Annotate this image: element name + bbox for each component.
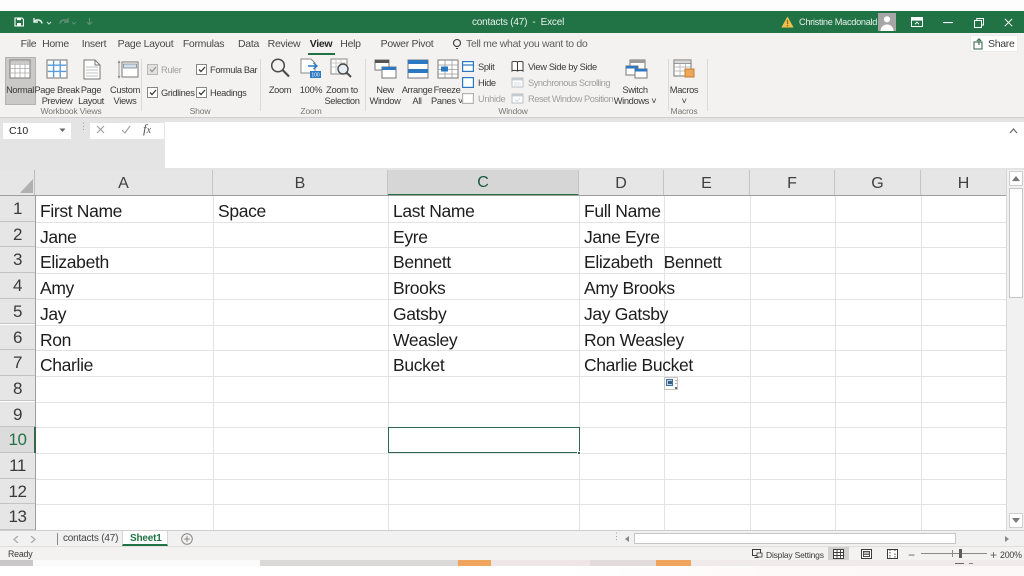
svg-text:100: 100	[311, 73, 320, 79]
